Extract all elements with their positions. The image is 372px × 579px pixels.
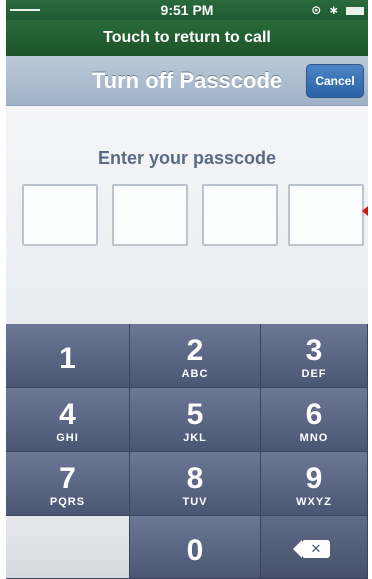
key-letters: JKL	[183, 432, 207, 444]
key-blank	[6, 516, 130, 579]
status-icons: ⊙ ∗	[311, 3, 364, 17]
red-marker-icon	[362, 206, 368, 216]
key-letters: ABC	[181, 368, 209, 380]
key-digit: 1	[59, 342, 76, 375]
key-letters: GHI	[56, 432, 79, 444]
battery-icon	[346, 6, 364, 15]
key-9[interactable]: 9 WXYZ	[261, 452, 368, 516]
key-6[interactable]: 6 MNO	[261, 388, 368, 452]
key-5[interactable]: 5 JKL	[130, 388, 261, 452]
return-to-call-banner[interactable]: Touch to return to call	[6, 20, 368, 56]
delete-backspace-icon	[293, 540, 330, 558]
cancel-button[interactable]: Cancel	[306, 64, 364, 98]
lock-icon: ⊙	[311, 3, 324, 17]
key-letters: WXYZ	[296, 496, 332, 508]
numeric-keypad: 1 2 ABC 3 DEF 4 GHI 5 JKL 6 MNO 7 PQRS 8…	[6, 324, 368, 579]
key-letters: MNO	[299, 432, 329, 444]
key-digit: 6	[305, 398, 323, 431]
passcode-box-3[interactable]	[202, 184, 278, 246]
key-digit: 5	[186, 398, 204, 431]
passcode-prompt: Enter your passcode	[97, 148, 277, 168]
key-1[interactable]: 1	[6, 324, 130, 388]
key-letters: PQRS	[49, 496, 86, 508]
passcode-box-4[interactable]	[288, 184, 364, 246]
key-letters: TUV	[182, 496, 208, 508]
key-3[interactable]: 3 DEF	[261, 324, 368, 388]
passcode-box-2[interactable]	[112, 184, 188, 246]
passcode-box-1[interactable]	[22, 184, 98, 246]
key-digit: 4	[59, 398, 76, 431]
key-8[interactable]: 8 TUV	[130, 452, 261, 516]
key-7[interactable]: 7 PQRS	[6, 452, 130, 516]
key-digit: 7	[59, 462, 76, 495]
status-bar: 9:51 PM ⊙ ∗	[6, 0, 368, 20]
key-2[interactable]: 2 ABC	[130, 324, 261, 388]
delete-button[interactable]	[261, 516, 368, 579]
key-4[interactable]: 4 GHI	[6, 388, 130, 452]
key-digit: 2	[186, 334, 204, 367]
key-0[interactable]: 0	[130, 516, 261, 579]
key-digit: 0	[186, 534, 204, 567]
key-digit: 9	[305, 462, 323, 495]
passcode-panel: Enter your passcode	[6, 106, 368, 324]
key-digit: 3	[305, 334, 323, 367]
nav-bar: Turn off Passcode Cancel	[6, 56, 368, 106]
key-letters: DEF	[301, 368, 327, 380]
key-digit: 8	[186, 462, 204, 495]
bluetooth-icon: ∗	[328, 3, 341, 17]
